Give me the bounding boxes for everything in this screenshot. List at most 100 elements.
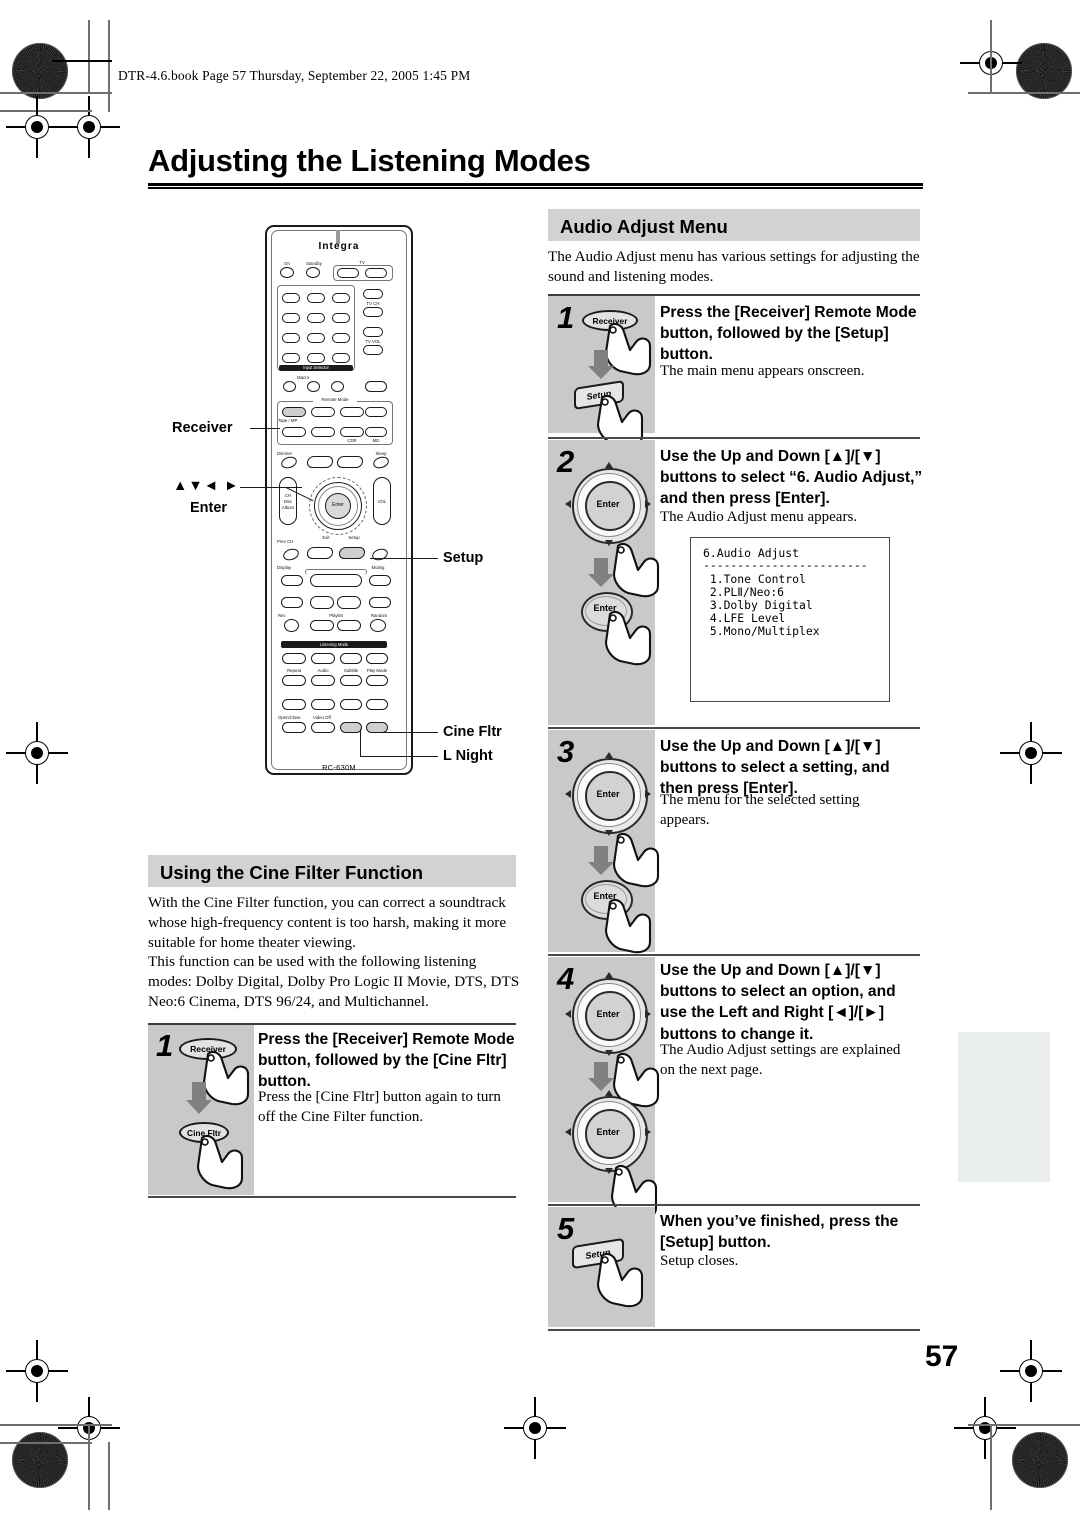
remote-label-md: MD [372,438,380,443]
trim-line-top-left-v [88,20,90,94]
remote-button-macro-1 [283,381,296,392]
trim-line-top-right-v [990,20,992,94]
remote-button-cd [340,407,364,417]
trim-line-top-right-h [968,92,1080,94]
callout-leader-l-night-v [360,729,362,757]
remote-button-tv-vol-up [363,327,383,337]
trim-line-bottom-right-v [990,1424,992,1510]
remote-button-tv-ch-up [363,289,383,299]
remote-button-stereo [282,653,306,664]
remote-label-rec: Rec [278,613,286,618]
right-step-2-number: 2 [557,444,575,479]
remote-button-tv-vol-down [363,345,383,355]
remote-label-open-close: Open/Close [278,715,301,720]
right-step-4-body: The Audio Adjust settings are explained … [660,1042,901,1078]
right-step-4-arrow-down [588,1062,614,1091]
right-step-2-body: The Audio Adjust menu appears. [660,509,858,525]
page-title-rule [148,183,923,189]
trim-line-bottom-left-v2 [108,1442,110,1510]
remote-button-ch-sel [311,699,335,710]
remote-button-sat [365,427,387,437]
left-step-1-number: 1 [156,1028,174,1063]
right-step-3-hand-icon-top [612,832,660,888]
remote-button-stop [337,596,361,609]
callout-leader-receiver [250,428,280,430]
left-step-1-body: Press the [Cine Fltr] button again to tu… [258,1089,501,1125]
right-step-3-hand-icon-bottom [604,898,652,954]
remote-button-rewind [281,597,303,608]
right-step-4-separator [548,1204,920,1206]
right-step-5-separator [548,1329,920,1331]
remote-button-surround [311,653,335,664]
remote-button-zone2 [365,381,387,392]
remote-button-skip-fwd [369,575,391,586]
remote-label-album: Album [281,505,295,510]
remote-key-plus10 [282,353,300,363]
right-step-5-hand-icon [596,1252,644,1308]
registration-starburst-bottom-left [12,1432,68,1488]
remote-button-setup [338,547,366,559]
remote-button-repeat [282,675,306,686]
remote-button-test-tone [282,699,306,710]
right-step-5-number: 5 [557,1211,575,1246]
cine-filter-paragraph-1: With the Cine Filter function, you can c… [148,894,507,951]
callout-enter: Enter [190,500,228,516]
remote-button-lm-right [366,653,388,664]
registration-cross-right-middle [1000,722,1062,784]
remote-key-4 [282,313,300,323]
callout-cine-fltr: Cine Fltr [443,724,502,740]
remote-button-tv-input [365,268,387,278]
left-step-1-separator [148,1196,516,1198]
remote-button-menu [336,456,364,468]
remote-button-random [370,619,386,632]
right-step-1-number: 1 [557,300,575,335]
remote-button-vcr [311,427,335,437]
remote-button-return [306,547,334,559]
remote-key-6 [332,313,350,323]
left-step-1-hand-icon-bottom [196,1134,244,1190]
registration-cross-mid-left [6,96,68,158]
registration-cross-bottom-center [504,1397,566,1459]
right-step-5-title: When you’ve finished, press the [Setup] … [660,1213,899,1252]
remote-key-5 [307,313,325,323]
remote-label-random: Random [370,613,388,618]
registration-starburst-bottom-right [1012,1432,1068,1488]
remote-label-prev-ch: Prev CH [277,539,294,544]
remote-button-rec [284,619,299,632]
right-step-3-arrow-down [588,846,614,875]
remote-label-dimmer: Dimmer [277,451,293,456]
file-header-text: DTR-4.6.book Page 57 Thursday, September… [118,68,471,83]
callout-leader-cine-fltr [380,732,438,734]
remote-button-top-menu [306,456,334,468]
remote-model-label: RC-630M [322,763,356,772]
remote-button-playlist-next [337,620,361,631]
remote-button-level-plus [366,699,388,710]
remote-button-cable [340,427,364,437]
remote-label-tape-mp: Tape / MP [278,418,298,423]
trim-line-top-left-h [0,92,112,94]
page-title: Adjusting the Listening Modes [148,143,591,178]
remote-key-0 [307,353,325,363]
remote-button-aux [366,675,388,686]
remote-label-enter: Enter [332,502,344,508]
remote-label-tv-group: TV [353,260,371,265]
right-step-1-separator [548,437,920,439]
right-step-2-hand-icon-bottom [604,610,652,666]
remote-label-remote-mode: Remote Mode [313,397,357,402]
remote-label-subtitle: Subtitle [343,668,359,673]
trim-line-bottom-left-v [88,1424,90,1510]
remote-label-audio: Audio [317,668,329,673]
callout-leader-l-night-h [360,756,438,758]
remote-label-exit: Exit [322,535,330,540]
callout-receiver: Receiver [172,420,233,436]
remote-button-macro-3 [331,381,344,392]
remote-key-1 [282,293,300,303]
remote-label-input-selector: Input Selector [279,365,353,371]
registration-cross-bottom-left [6,1340,68,1402]
header-rule [52,60,112,62]
remote-key-2 [307,293,325,303]
left-step-1-title: Press the [Receiver] Remote Mode button,… [258,1031,515,1091]
remote-label-vol: VOL [377,499,387,504]
remote-label-video-off: Video Off [313,715,331,720]
right-step-3-body: The menu for the selected setting appear… [660,792,860,828]
